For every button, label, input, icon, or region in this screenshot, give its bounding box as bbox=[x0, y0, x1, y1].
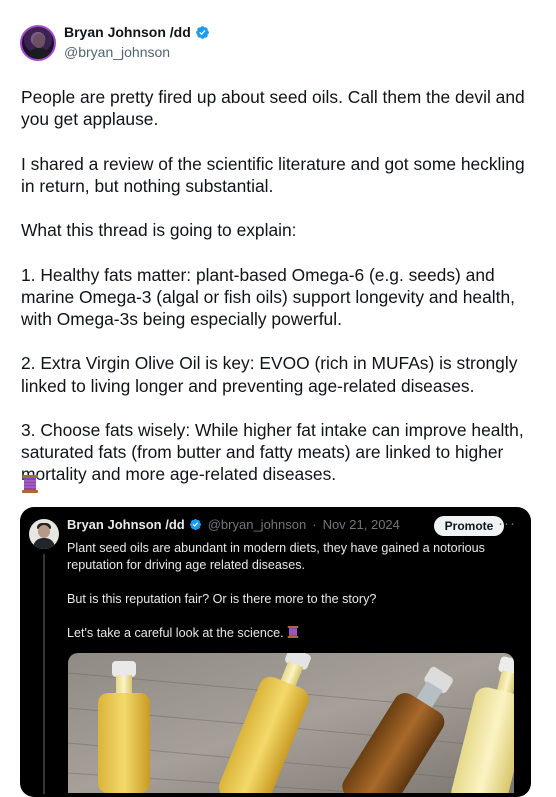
quoted-author-avatar[interactable] bbox=[29, 519, 59, 549]
author-name[interactable]: Bryan Johnson /dd bbox=[64, 24, 191, 40]
avatar-face bbox=[38, 525, 50, 538]
thread-spool-icon bbox=[22, 475, 38, 493]
verified-badge-icon bbox=[189, 518, 201, 531]
quoted-paragraph: Let's take a careful look at the science… bbox=[67, 626, 284, 640]
verified-badge-icon bbox=[195, 25, 209, 39]
author-name-row: Bryan Johnson /dd bbox=[64, 24, 210, 40]
thread-connector-line bbox=[43, 554, 45, 794]
quoted-author-handle[interactable]: @bryan_johnson bbox=[208, 517, 306, 532]
more-options-button[interactable]: ··· bbox=[498, 515, 516, 532]
promote-button[interactable]: Promote bbox=[434, 516, 504, 536]
meta-separator: · bbox=[312, 517, 317, 532]
oil-bottles-photo[interactable] bbox=[68, 653, 514, 793]
tweet-text: People are pretty fired up about seed oi… bbox=[21, 87, 525, 485]
avatar-face bbox=[33, 34, 45, 48]
quoted-date[interactable]: Nov 21, 2024 bbox=[323, 517, 400, 532]
quoted-header: Bryan Johnson /dd @bryan_johnson · Nov 2… bbox=[67, 517, 400, 532]
quoted-author-name[interactable]: Bryan Johnson /dd bbox=[67, 517, 185, 532]
quoted-tweet-card[interactable]: Bryan Johnson /dd @bryan_johnson · Nov 2… bbox=[20, 507, 531, 797]
author-handle[interactable]: @bryan_johnson bbox=[64, 44, 170, 60]
author-avatar[interactable] bbox=[20, 25, 56, 61]
thread-spool-icon bbox=[287, 626, 299, 638]
avatar-body bbox=[33, 538, 55, 549]
quoted-paragraph: But is this reputation fair? Or is there… bbox=[67, 592, 377, 606]
quoted-paragraph: Plant seed oils are abundant in modern d… bbox=[67, 541, 489, 572]
quoted-text: Plant seed oils are abundant in modern d… bbox=[67, 540, 517, 642]
avatar-body bbox=[28, 48, 50, 59]
